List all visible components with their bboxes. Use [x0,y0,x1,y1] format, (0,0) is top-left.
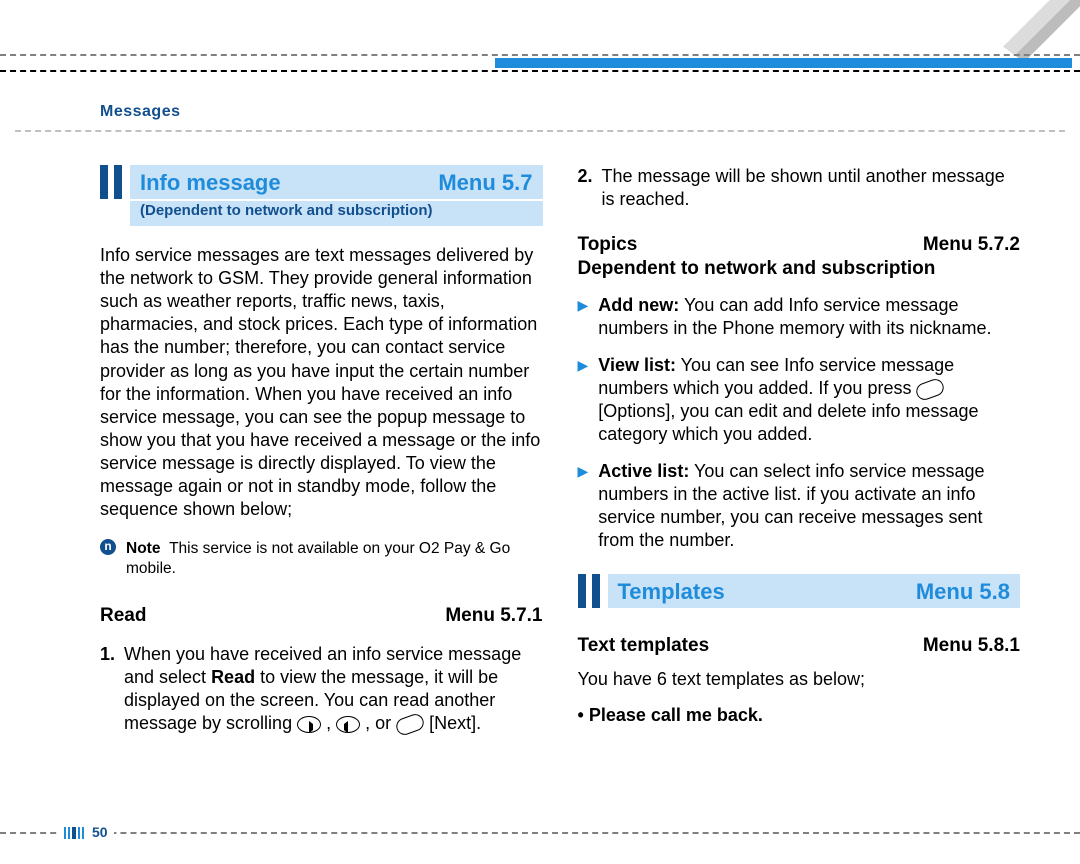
triangle-icon: ▶ [578,294,589,340]
read-list-cont: The message will be shown until another … [578,165,1021,211]
text-templates-list: Please call me back. [578,704,1021,727]
templates-title: Templates [618,578,725,606]
list-item: ▶ Active list: You can select info servi… [578,460,1021,552]
list-item: When you have received an info service m… [100,643,543,735]
page-barcode-icon [64,827,84,839]
info-message-title: Info message [140,169,281,197]
info-message-body: Info service messages are text messages … [100,244,543,520]
footer-rule [0,832,1080,834]
note-text: Note This service is not available on yo… [126,539,543,579]
header-blue-bar [495,58,1072,68]
templates-menu: Menu 5.8 [916,578,1010,606]
section-label: Messages [100,102,181,122]
topics-subsub: Dependent to network and subscription [578,257,1021,281]
list-item: The message will be shown until another … [578,165,1021,211]
right-column: The message will be shown until another … [578,165,1021,814]
info-message-menu: Menu 5.7 [438,169,532,197]
list-item: ▶ View list: You can see Info service me… [578,354,1021,446]
read-head: Read Menu 5.7.1 [100,604,543,628]
triangle-icon: ▶ [578,354,589,446]
note-body: This service is not available on your O2… [126,540,510,577]
triangle-icon: ▶ [578,460,589,552]
topics-title: Topics [578,233,638,257]
text-templates-head: Text templates Menu 5.8.1 [578,634,1021,658]
softkey-icon [394,711,426,737]
list-item: Please call me back. [578,704,1021,727]
top-rule-black [0,70,1080,72]
text-templates-title: Text templates [578,634,710,658]
page-columns: Info message Menu 5.7 (Dependent to netw… [100,165,1020,814]
note-icon: n [100,539,116,555]
left-column: Info message Menu 5.7 (Dependent to netw… [100,165,543,814]
scroll-left-icon [297,716,321,733]
list-item: ▶ Add new: You can add Info service mess… [578,294,1021,340]
scroll-right-icon [336,716,360,733]
read-title: Read [100,604,146,628]
page-corner-fold [934,0,1080,106]
info-message-head: Info message Menu 5.7 [100,165,543,199]
topics-list: ▶ Add new: You can add Info service mess… [578,294,1021,552]
text-templates-menu: Menu 5.8.1 [923,634,1020,658]
text-templates-intro: You have 6 text templates as below; [578,668,1021,691]
page-badge: 50 [58,824,114,842]
topics-menu: Menu 5.7.2 [923,233,1020,257]
read-list: When you have received an info service m… [100,643,543,735]
templates-head: Templates Menu 5.8 [578,574,1021,608]
note-row: n Note This service is not available on … [100,539,543,579]
softkey-icon [914,376,946,402]
read-menu: Menu 5.7.1 [445,604,542,628]
top-rule-gray [0,54,1080,56]
info-message-subtitle: (Dependent to network and subscription) [130,201,543,226]
page-number: 50 [92,824,108,842]
topics-head: Topics Menu 5.7.2 [578,233,1021,257]
sub-rule [15,130,1065,132]
note-label: Note [126,540,160,557]
